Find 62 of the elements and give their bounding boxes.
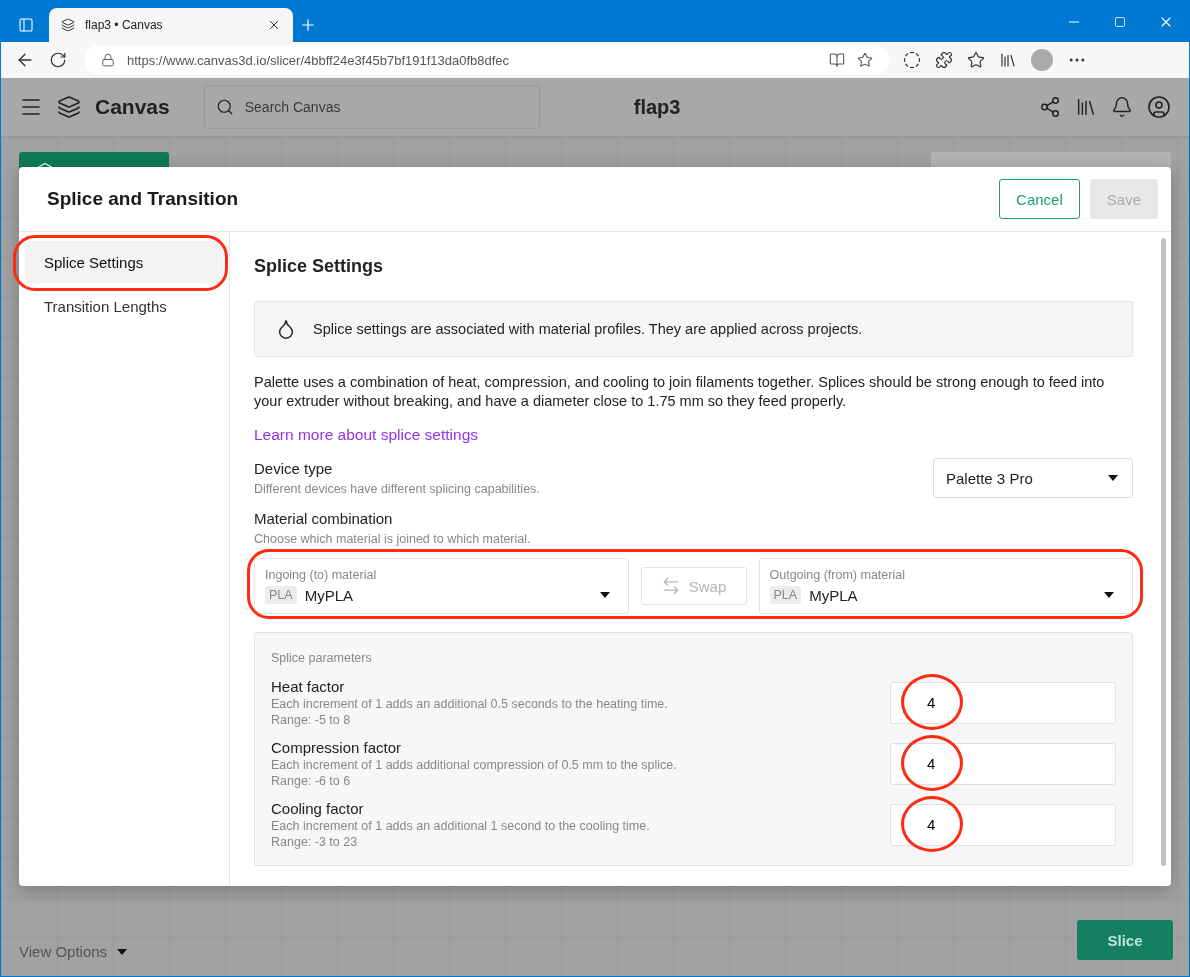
lock-icon <box>101 53 115 67</box>
favorite-icon[interactable] <box>857 52 873 68</box>
description-text: Palette uses a combination of heat, compression, and cooling to join filaments together. Splices should be strong enough to feed into your extruder without breaking, and have a diameter close to 1.75 mm so they feed properly. <box>254 373 1106 411</box>
dialog-title: Splice and Transition <box>47 188 240 210</box>
notice-text: Splice settings are associated with material profiles. They are applied across projects. <box>313 321 863 337</box>
user-icon[interactable] <box>1147 95 1171 119</box>
caret-icon <box>117 948 128 955</box>
browser-tab[interactable]: flap3 • Canvas <box>49 8 293 42</box>
parameter-range: Range: -5 to 8 <box>271 713 352 727</box>
number-field[interactable]: 4 <box>890 742 1116 785</box>
address-field[interactable]: https://www.canvas3d.io/slicer/4bbff24e3f45b7bf191f13da0fb8dfec <box>85 45 889 75</box>
material-select[interactable]: Outgoing (from) material PLA MyPLA <box>758 558 1133 614</box>
field-label: Material combination <box>254 510 394 527</box>
select-value: MyPLA <box>809 586 859 604</box>
nav-item[interactable]: Transition Lengths <box>25 285 223 327</box>
search-field[interactable]: Search Canvas <box>203 85 540 129</box>
extensions-icon[interactable] <box>935 51 953 69</box>
slice-button[interactable]: Slice <box>1077 920 1173 960</box>
maximize-icon[interactable] <box>1114 15 1126 28</box>
parameter-description: Each increment of 1 adds additional compression of 0.5 mm to the splice. <box>271 758 677 772</box>
caret-icon <box>1108 475 1118 481</box>
refresh-icon[interactable] <box>49 51 67 69</box>
new-tab-icon[interactable] <box>299 16 317 34</box>
field-label: Ingoing (to) material <box>265 568 378 582</box>
material-tag: PLA <box>265 586 297 604</box>
device-type-select[interactable]: Palette 3 Pro <box>933 458 1133 498</box>
select-value: MyPLA <box>304 586 354 604</box>
caret-icon <box>1104 592 1114 598</box>
brand-name: Canvas <box>95 95 170 119</box>
parameter-range: Range: -3 to 23 <box>271 835 359 849</box>
material-tag: PLA <box>769 586 802 604</box>
canvas-logo-icon <box>61 18 75 32</box>
favorites-icon[interactable] <box>967 51 985 69</box>
field-hint: Choose which material is joined to which material. <box>254 532 532 546</box>
number-field[interactable]: 4 <box>890 803 1116 846</box>
parameter-description: Each increment of 1 adds an additional 1 second to the cooling time. <box>271 819 650 833</box>
field-label: Outgoing (from) material <box>769 568 906 582</box>
field-hint: Different devices have different splicing capabilities. <box>254 482 540 496</box>
project-title: flap3 <box>633 95 682 119</box>
url-text: https://www.canvas3d.io/slicer/4bbff24e3f45b7bf191f13da0fb8dfec <box>127 52 511 68</box>
parameter-label: Cooling factor <box>271 800 365 817</box>
close-icon[interactable] <box>267 18 281 32</box>
share-icon[interactable] <box>1039 96 1061 118</box>
caret-icon <box>599 592 610 598</box>
scrollbar[interactable] <box>1161 238 1166 866</box>
section-title: Splice Settings <box>254 256 385 277</box>
parameter-range: Range: -6 to 6 <box>271 774 352 788</box>
panel-title: Splice parameters <box>271 651 373 665</box>
parameter-label: Heat factor <box>271 678 346 695</box>
material-select[interactable]: Ingoing (to) material PLA MyPLA <box>254 558 629 614</box>
field-label: Device type <box>254 460 334 477</box>
bell-icon[interactable] <box>1111 96 1133 118</box>
parameter-label: Compression factor <box>271 739 403 756</box>
search-icon <box>215 98 234 116</box>
library-icon[interactable] <box>1075 96 1097 118</box>
nav-item[interactable]: Splice Settings <box>25 241 223 283</box>
learn-more-link[interactable]: Learn more about splice settings <box>254 426 479 444</box>
tab-actions-icon[interactable] <box>18 17 34 33</box>
canvas-logo-icon <box>57 95 81 119</box>
number-field[interactable]: 4 <box>890 681 1116 724</box>
parameter-description: Each increment of 1 adds an additional 0.5 seconds to the heating time. <box>271 697 668 711</box>
tab-title: flap3 • Canvas <box>85 18 164 32</box>
